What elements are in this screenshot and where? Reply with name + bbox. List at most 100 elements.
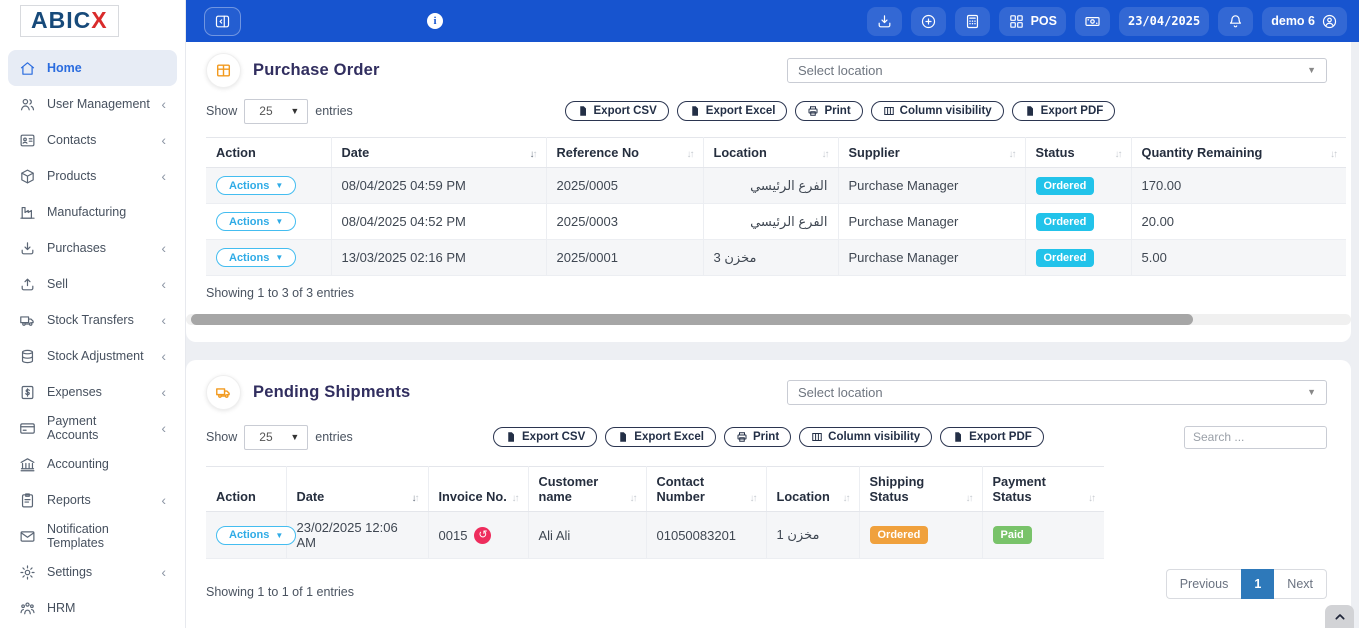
- cell-contact-number: 01050083201: [646, 512, 766, 559]
- po-export-excel-button[interactable]: Export Excel: [677, 101, 788, 121]
- cell-reference-no: 2025/0005: [546, 168, 703, 204]
- column-visibility-label: Column visibility: [828, 431, 920, 443]
- ps-col-location[interactable]: Location↓↑: [766, 467, 859, 512]
- row-actions-button[interactable]: Actions▼: [216, 212, 296, 231]
- po-export-buttons: Export CSV Export Excel Print Column vis…: [565, 101, 1116, 121]
- po-col-location[interactable]: Location↓↑: [703, 138, 838, 168]
- cash-register-button[interactable]: [1075, 7, 1110, 36]
- scrollbar-thumb[interactable]: [191, 314, 1193, 325]
- ps-col-shipping-status[interactable]: Shipping Status↓↑: [859, 467, 982, 512]
- sidebar-item-reports[interactable]: Reports ‹: [8, 482, 177, 518]
- sidebar-item-label: Manufacturing: [47, 205, 126, 219]
- table-grid-icon: [206, 53, 241, 88]
- sidebar-item-user-management[interactable]: User Management ‹: [8, 86, 177, 122]
- ps-export-excel-button[interactable]: Export Excel: [605, 427, 716, 447]
- ps-col-payment-status[interactable]: Payment Status↓↑: [982, 467, 1104, 512]
- cell-quantity-remaining: 5.00: [1131, 240, 1346, 276]
- sidebar-item-home[interactable]: Home: [8, 50, 177, 86]
- sort-icon: ↓↑: [530, 149, 536, 160]
- notifications-button[interactable]: [1218, 7, 1253, 36]
- ps-export-csv-button[interactable]: Export CSV: [493, 427, 597, 447]
- pagination-page-1-button[interactable]: 1: [1241, 569, 1274, 599]
- date-display[interactable]: 23/04/2025: [1119, 7, 1209, 36]
- export-csv-label: Export CSV: [594, 105, 657, 117]
- po-page-size-select[interactable]: 25 ▼: [244, 99, 308, 124]
- cell-quantity-remaining: 20.00: [1131, 204, 1346, 240]
- download-button[interactable]: [867, 7, 902, 36]
- sort-icon: ↓↑: [822, 149, 828, 160]
- calculator-button[interactable]: [955, 7, 990, 36]
- sidebar-item-accounting[interactable]: Accounting: [8, 446, 177, 482]
- row-actions-button[interactable]: Actions▼: [216, 526, 296, 545]
- pagination-previous-button[interactable]: Previous: [1166, 569, 1242, 599]
- gear-icon: [19, 564, 36, 581]
- factory-icon: [19, 204, 36, 221]
- po-col-quantity-remaining[interactable]: Quantity Remaining↓↑: [1131, 138, 1346, 168]
- po-col-action[interactable]: Action: [206, 138, 331, 168]
- po-export-pdf-button[interactable]: Export PDF: [1012, 101, 1116, 121]
- sort-icon: ↓↑: [687, 149, 693, 160]
- ps-col-customer-name[interactable]: Customer name↓↑: [528, 467, 646, 512]
- po-col-date[interactable]: Date↓↑: [331, 138, 546, 168]
- export-excel-label: Export Excel: [706, 105, 776, 117]
- chevron-left-icon: ‹: [161, 133, 166, 147]
- info-icon[interactable]: i: [427, 13, 443, 29]
- sidebar-item-contacts[interactable]: Contacts ‹: [8, 122, 177, 158]
- ps-col-date[interactable]: Date↓↑: [286, 467, 428, 512]
- ps-page-size-select[interactable]: 25 ▼: [244, 425, 308, 450]
- ps-export-pdf-button[interactable]: Export PDF: [940, 427, 1044, 447]
- sidebar-item-manufacturing[interactable]: Manufacturing: [8, 194, 177, 230]
- bell-icon: [1227, 13, 1244, 30]
- row-actions-button[interactable]: Actions▼: [216, 176, 296, 195]
- po-location-select[interactable]: Select location ▼: [787, 58, 1327, 83]
- sort-icon: ↓↑: [1009, 149, 1015, 160]
- ps-column-visibility-button[interactable]: Column visibility: [799, 427, 932, 447]
- po-col-reference-no[interactable]: Reference No↓↑: [546, 138, 703, 168]
- cell-date: 13/03/2025 02:16 PM: [331, 240, 546, 276]
- sidebar-collapse-button[interactable]: [204, 7, 241, 36]
- sidebar-item-stock-transfers[interactable]: Stock Transfers ‹: [8, 302, 177, 338]
- export-pdf-label: Export PDF: [969, 431, 1032, 443]
- file-icon: [617, 431, 629, 443]
- sidebar-item-payment-accounts[interactable]: Payment Accounts ‹: [8, 410, 177, 446]
- ps-col-contact-number[interactable]: Contact Number↓↑: [646, 467, 766, 512]
- truck-icon: [19, 312, 36, 329]
- ps-print-button[interactable]: Print: [724, 427, 791, 447]
- columns-icon: [811, 431, 823, 443]
- ps-col-invoice-no[interactable]: Invoice No.↓↑: [428, 467, 528, 512]
- po-export-csv-button[interactable]: Export CSV: [565, 101, 669, 121]
- po-print-button[interactable]: Print: [795, 101, 862, 121]
- cell-invoice-no: 0015: [439, 528, 468, 543]
- ps-col-action[interactable]: Action: [206, 467, 286, 512]
- pos-button[interactable]: POS: [999, 7, 1066, 36]
- sidebar-item-products[interactable]: Products ‹: [8, 158, 177, 194]
- home-icon: [19, 60, 36, 77]
- pagination-next-button[interactable]: Next: [1274, 569, 1327, 599]
- ps-location-select[interactable]: Select location ▼: [787, 380, 1327, 405]
- sidebar-item-stock-adjustment[interactable]: Stock Adjustment ‹: [8, 338, 177, 374]
- po-col-status[interactable]: Status↓↑: [1025, 138, 1131, 168]
- pos-label: POS: [1031, 14, 1057, 28]
- sidebar-item-expenses[interactable]: Expenses ‹: [8, 374, 177, 410]
- sidebar-item-hrm[interactable]: HRM: [8, 590, 177, 626]
- add-button[interactable]: [911, 7, 946, 36]
- sidebar-item-notification-templates[interactable]: Notification Templates: [8, 518, 177, 554]
- banknote-icon: [1084, 13, 1101, 30]
- po-col-supplier[interactable]: Supplier↓↑: [838, 138, 1025, 168]
- user-menu-button[interactable]: demo 6: [1262, 7, 1347, 36]
- cell-location: الفرع الرئيسي: [703, 204, 838, 240]
- scroll-to-top-button[interactable]: [1325, 605, 1354, 628]
- sidebar-item-label: Reports: [47, 493, 91, 507]
- search-input[interactable]: [1184, 426, 1327, 449]
- row-actions-button[interactable]: Actions▼: [216, 248, 296, 267]
- columns-icon: [883, 105, 895, 117]
- sidebar-item-settings[interactable]: Settings ‹: [8, 554, 177, 590]
- ps-page-size-value: 25: [259, 430, 272, 444]
- return-icon[interactable]: ↺: [474, 527, 491, 544]
- arrow-up-tray-icon: [19, 276, 36, 293]
- sidebar-item-sell[interactable]: Sell ‹: [8, 266, 177, 302]
- sidebar-item-purchases[interactable]: Purchases ‹: [8, 230, 177, 266]
- chevron-left-icon: ‹: [161, 493, 166, 507]
- po-column-visibility-button[interactable]: Column visibility: [871, 101, 1004, 121]
- po-showing-entries: Showing 1 to 3 of 3 entries: [206, 286, 1327, 300]
